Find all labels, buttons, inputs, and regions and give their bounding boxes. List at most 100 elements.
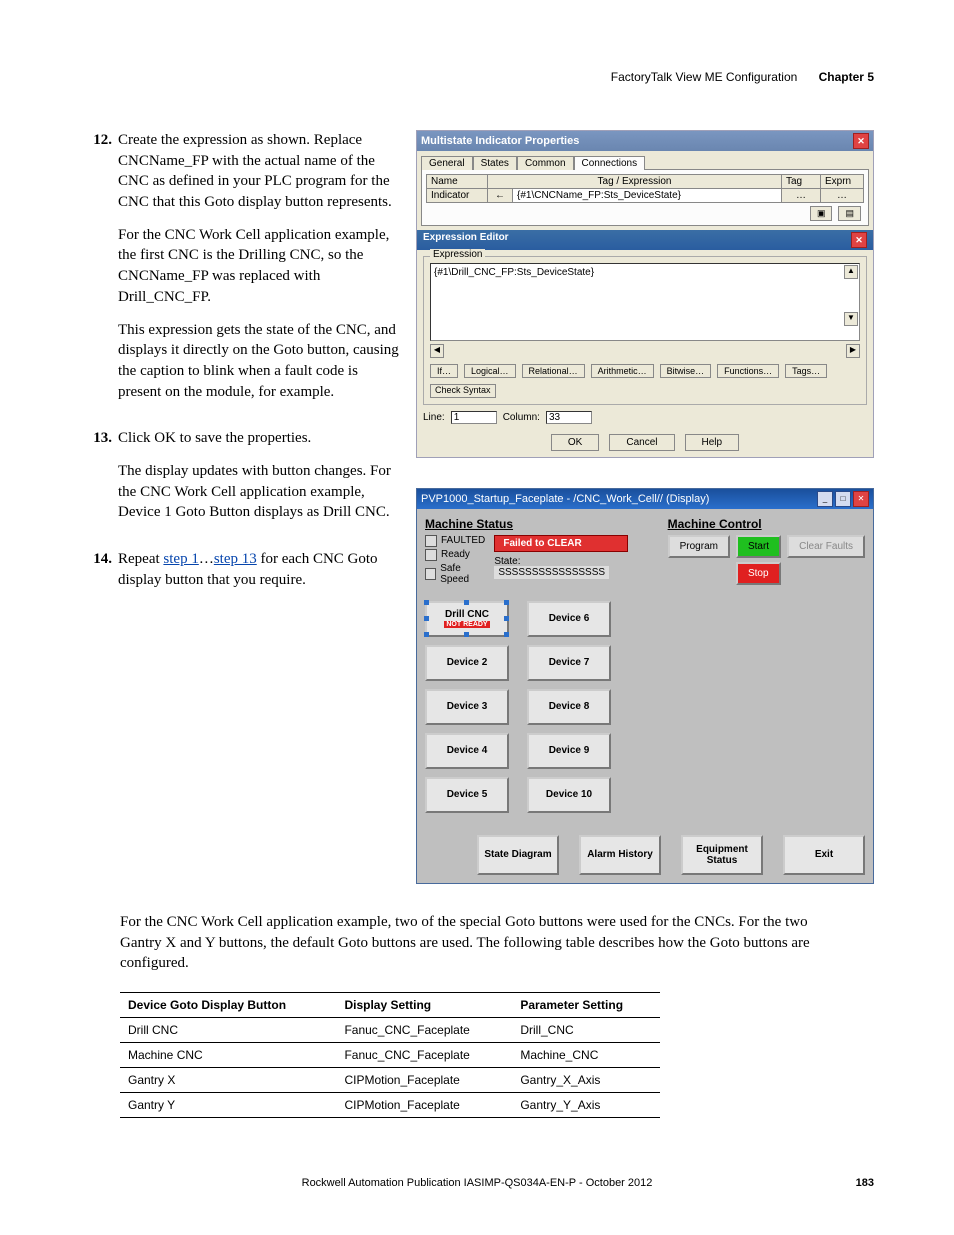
selection-handle[interactable]	[504, 616, 509, 621]
start-button[interactable]: Start	[736, 535, 781, 558]
state-diagram-button[interactable]: State Diagram	[477, 835, 559, 875]
row-arrow[interactable]: ←	[488, 189, 513, 202]
relational-button[interactable]: Relational…	[522, 364, 585, 378]
table-cell: Gantry Y	[120, 1092, 336, 1117]
device-button[interactable]: Device 4	[425, 733, 509, 769]
dialog-titlebar[interactable]: Multistate Indicator Properties ✕	[417, 131, 873, 151]
col-tagexpr: Tag / Expression	[488, 175, 782, 188]
cursor-position: Line: Column:	[423, 411, 867, 424]
display-titlebar[interactable]: PVP1000_Startup_Faceplate - /CNC_Work_Ce…	[417, 489, 873, 509]
led-icon	[425, 535, 437, 547]
editor-button-row: If… Logical… Relational… Arithmetic… Bitwise…	[430, 364, 860, 378]
tags-button[interactable]: Tags…	[785, 364, 827, 378]
page-footer: Rockwell Automation Publication IASIMP-Q…	[80, 1177, 874, 1189]
scroll-left-icon[interactable]: ◀	[430, 344, 444, 358]
bitwise-button[interactable]: Bitwise…	[660, 364, 712, 378]
device-button[interactable]: Device 2	[425, 645, 509, 681]
exit-button[interactable]: Exit	[783, 835, 865, 875]
dialog-buttons: OK Cancel Help	[417, 428, 873, 457]
selection-handle[interactable]	[424, 616, 429, 621]
machine-control-header: Machine Control	[668, 517, 865, 531]
minimize-icon[interactable]: _	[817, 491, 833, 507]
check-syntax-button[interactable]: Check Syntax	[430, 384, 496, 398]
row-expr[interactable]: {#1\CNCName_FP:Sts_DeviceState}	[513, 189, 782, 202]
table-header-cell: Device Goto Display Button	[120, 992, 336, 1017]
table-cell: Gantry X	[120, 1067, 336, 1092]
led-label: Ready	[441, 549, 470, 560]
stop-button[interactable]: Stop	[736, 562, 781, 585]
expression-text: {#1\Drill_CNC_FP:Sts_DeviceState}	[434, 267, 594, 278]
selection-handle[interactable]	[464, 600, 469, 605]
tab-common[interactable]: Common	[517, 156, 574, 170]
row-name: Indicator	[427, 189, 488, 202]
device-button[interactable]: Device 8	[527, 689, 611, 725]
grid-row[interactable]: Indicator ← {#1\CNCName_FP:Sts_DeviceSta…	[426, 189, 864, 203]
line-value	[451, 411, 497, 424]
header-section: FactoryTalk View ME Configuration	[611, 70, 798, 84]
step-text: Create the expression as shown. Replace …	[118, 130, 400, 414]
scroll-up-icon[interactable]: ▲	[844, 265, 858, 279]
link-step1[interactable]: step 1	[163, 551, 198, 567]
ok-button[interactable]: OK	[551, 434, 599, 451]
functions-button[interactable]: Functions…	[717, 364, 779, 378]
led-label: FAULTED	[441, 535, 485, 546]
selection-handle[interactable]	[424, 632, 429, 637]
device-button[interactable]: Device 9	[527, 733, 611, 769]
tabs: GeneralStatesCommonConnections	[421, 155, 869, 169]
row-tag-btn[interactable]: …	[782, 189, 821, 202]
close-icon[interactable]: ✕	[853, 491, 869, 507]
led-label: Safe Speed	[440, 563, 488, 585]
scroll-right-icon[interactable]: ▶	[846, 344, 860, 358]
maximize-icon[interactable]: □	[835, 491, 851, 507]
tab-general[interactable]: General	[421, 156, 473, 170]
logical-button[interactable]: Logical…	[464, 364, 516, 378]
alarm-history-button[interactable]: Alarm History	[579, 835, 661, 875]
selection-handle[interactable]	[464, 632, 469, 637]
if-button[interactable]: If…	[430, 364, 458, 378]
cancel-button[interactable]: Cancel	[609, 434, 674, 451]
failed-badge: Failed to CLEAR	[494, 535, 627, 552]
col-tag: Tag	[782, 175, 821, 188]
column-label: Column:	[503, 412, 540, 423]
tool-icon-2[interactable]: ▤	[838, 206, 861, 221]
scroll-down-icon[interactable]: ▼	[844, 312, 858, 326]
tool-icon-1[interactable]: ▣	[810, 206, 833, 221]
tab-states[interactable]: States	[473, 156, 517, 170]
device-button[interactable]: Device 3	[425, 689, 509, 725]
row-exprn-btn[interactable]: …	[821, 189, 863, 202]
device-button[interactable]: Device 7	[527, 645, 611, 681]
close-icon[interactable]: ✕	[851, 232, 867, 248]
equipment-status-button[interactable]: Equipment Status	[681, 835, 763, 875]
column-value	[546, 411, 592, 424]
table-cell: CIPMotion_Faceplate	[336, 1092, 512, 1117]
tab-connections[interactable]: Connections	[574, 156, 646, 170]
selection-handle[interactable]	[504, 632, 509, 637]
device-button[interactable]: Device 6	[527, 601, 611, 637]
arithmetic-button[interactable]: Arithmetic…	[591, 364, 654, 378]
step-item: 14.Repeat step 1…step 13 for each CNC Go…	[80, 549, 400, 602]
grid-header: Name Tag / Expression Tag Exprn	[426, 174, 864, 189]
step-paragraph: Create the expression as shown. Replace …	[118, 130, 400, 213]
table-cell: Drill CNC	[120, 1017, 336, 1042]
expression-editor-titlebar: Expression Editor ✕	[417, 230, 873, 250]
display-title: PVP1000_Startup_Faceplate - /CNC_Work_Ce…	[421, 493, 709, 505]
device-button[interactable]: Device 5	[425, 777, 509, 813]
link-step13[interactable]: step 13	[214, 551, 257, 567]
table-cell: CIPMotion_Faceplate	[336, 1067, 512, 1092]
expression-textbox[interactable]: {#1\Drill_CNC_FP:Sts_DeviceState} ▲ ▼	[430, 263, 860, 341]
table-cell: Machine_CNC	[512, 1042, 660, 1067]
status-led-row: Safe Speed	[425, 563, 488, 585]
led-icon	[425, 568, 436, 580]
selection-handle[interactable]	[424, 600, 429, 605]
goto-config-table: Device Goto Display ButtonDisplay Settin…	[120, 992, 660, 1118]
help-button[interactable]: Help	[685, 434, 740, 451]
device-column-left: Drill CNCNOT READY Device 2 Device 3 Device…	[425, 601, 509, 813]
selection-handle[interactable]	[504, 600, 509, 605]
step-number: 12.	[80, 130, 118, 414]
program-button[interactable]: Program	[668, 535, 730, 558]
device-button[interactable]: Drill CNCNOT READY	[425, 601, 509, 637]
status-led-row: FAULTED	[425, 535, 488, 547]
close-icon[interactable]: ✕	[853, 133, 869, 149]
clear-faults-button[interactable]: Clear Faults	[787, 535, 865, 558]
device-button[interactable]: Device 10	[527, 777, 611, 813]
